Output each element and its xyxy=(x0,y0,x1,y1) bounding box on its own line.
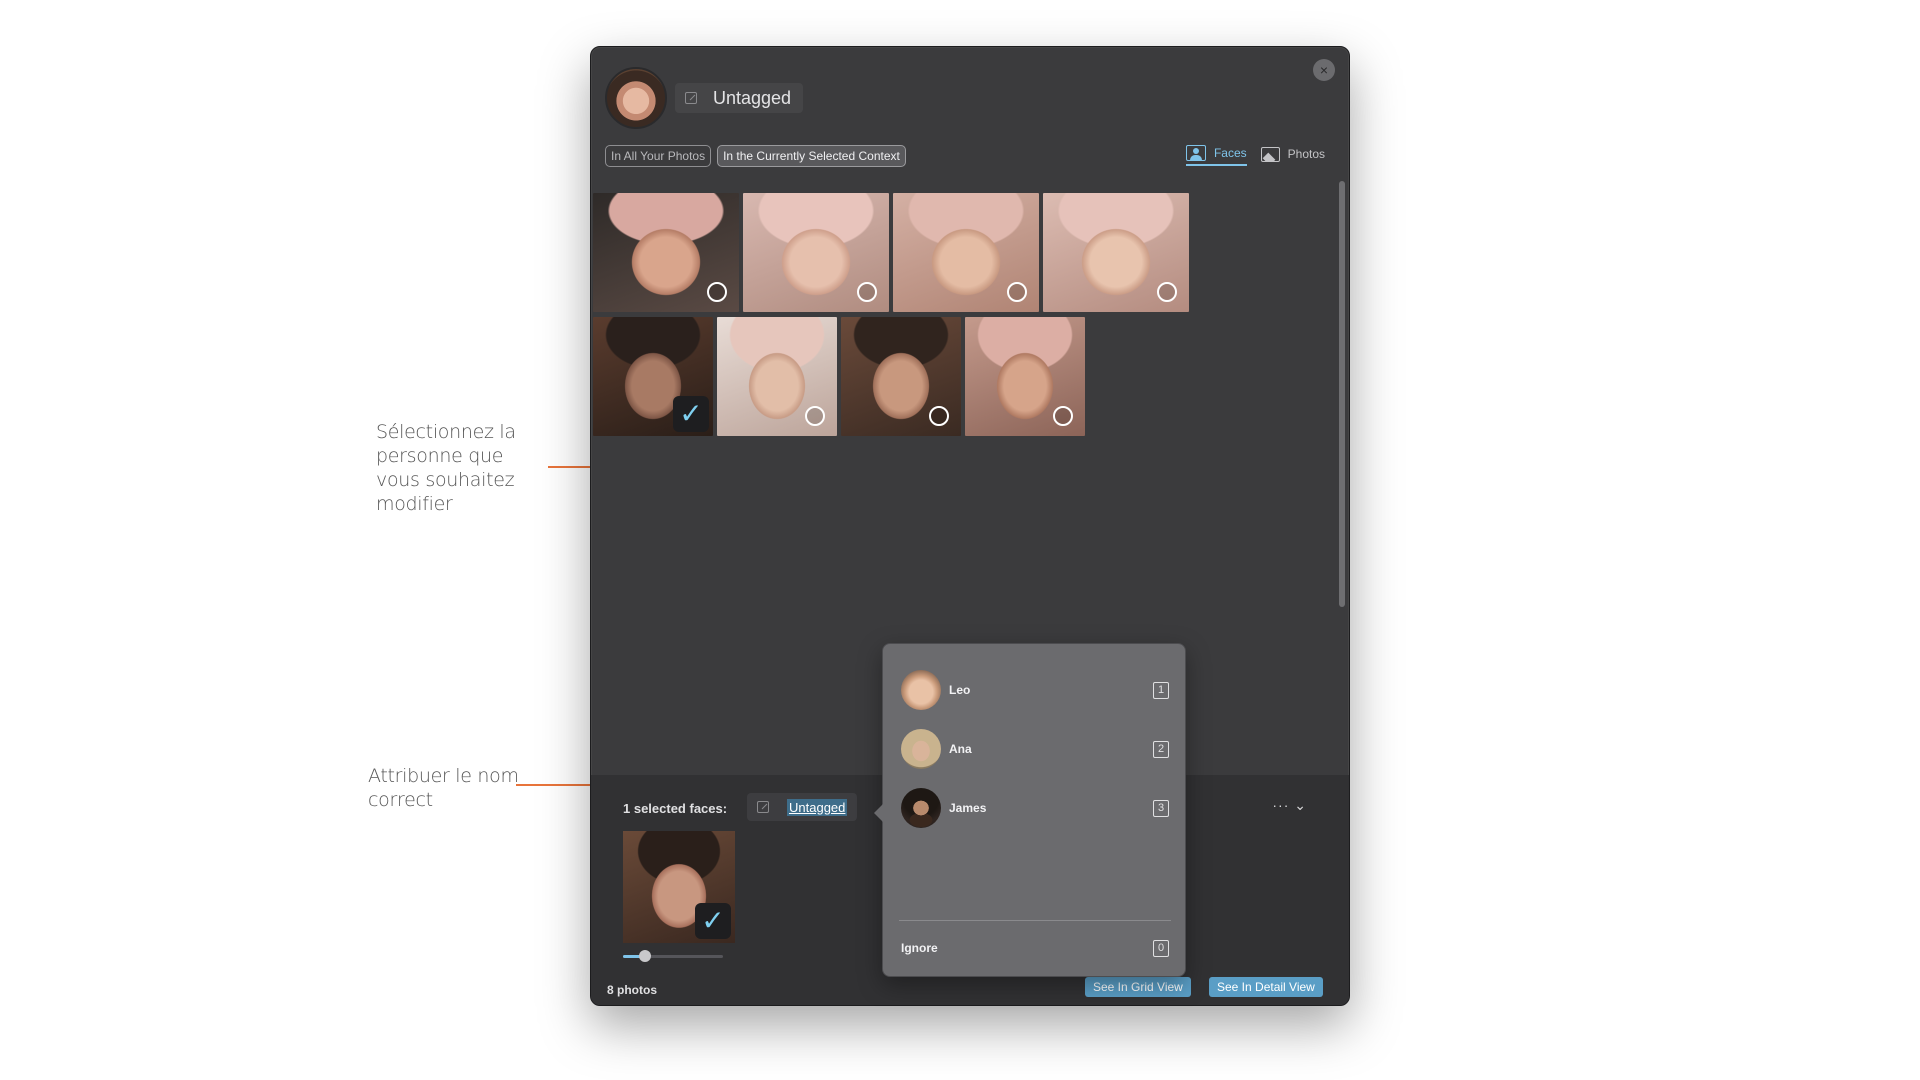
tab-photos[interactable]: Photos xyxy=(1260,146,1325,165)
select-circle-icon[interactable] xyxy=(1157,282,1177,302)
tab-faces-label: Faces xyxy=(1213,146,1247,160)
annotation-assign-name: Attribuer le nom correct xyxy=(368,764,528,812)
shortcut-key: 0 xyxy=(1153,939,1169,957)
suggestion-ana[interactable]: Ana 2 xyxy=(901,727,1169,771)
tab-photos-label: Photos xyxy=(1287,147,1325,161)
select-circle-icon[interactable] xyxy=(857,282,877,302)
avatar xyxy=(901,729,941,769)
annotation-select-person-text: Sélectionnez la personne que vous souhai… xyxy=(376,421,516,515)
suggestion-name: James xyxy=(949,801,987,815)
check-icon: ✓ xyxy=(695,903,731,939)
selected-faces-label: 1 selected faces: xyxy=(623,801,728,816)
suggestion-leo[interactable]: Leo 1 xyxy=(901,668,1169,712)
photo-icon xyxy=(1260,146,1280,162)
see-in-grid-view-button[interactable]: See In Grid View xyxy=(1085,977,1191,997)
tab-faces[interactable]: Faces xyxy=(1185,145,1247,166)
edit-icon xyxy=(685,92,697,104)
select-circle-icon[interactable] xyxy=(1053,406,1073,426)
scope-all-photos-button[interactable]: In All Your Photos xyxy=(605,145,712,167)
person-name-field[interactable]: Untagged xyxy=(675,83,804,113)
avatar xyxy=(901,788,941,828)
selected-name-input[interactable]: Untagged xyxy=(787,798,848,816)
person-avatar xyxy=(605,67,667,129)
face-thumbnail[interactable] xyxy=(965,317,1085,436)
face-thumbnail[interactable] xyxy=(743,193,889,312)
name-suggestions-popover: Leo 1 Ana 2 James 3 Ignore 0 xyxy=(874,643,1186,977)
select-circle-icon[interactable] xyxy=(1007,282,1027,302)
suggestion-name: Ana xyxy=(949,742,972,756)
annotation-select-person: Sélectionnez la personne que vous souhai… xyxy=(376,420,536,516)
scope-current-context-button[interactable]: In the Currently Selected Context xyxy=(717,145,906,167)
more-options-button[interactable]: ··· ⌄ xyxy=(1272,797,1307,814)
face-icon xyxy=(1185,145,1206,161)
shortcut-key: 3 xyxy=(1153,799,1169,817)
slider-knob[interactable] xyxy=(639,950,651,962)
select-circle-icon[interactable] xyxy=(929,406,949,426)
popover-arrow xyxy=(874,804,883,822)
select-circle-icon[interactable] xyxy=(805,406,825,426)
popover-divider xyxy=(899,920,1171,921)
face-thumbnail[interactable] xyxy=(893,193,1039,312)
suggestion-ignore[interactable]: Ignore 0 xyxy=(901,928,1169,968)
avatar xyxy=(901,670,941,710)
close-button[interactable]: × xyxy=(1313,59,1335,81)
suggestion-james[interactable]: James 3 xyxy=(901,786,1169,830)
selected-face-thumbnail[interactable]: ✓ xyxy=(623,831,735,943)
scrollbar[interactable] xyxy=(1339,181,1345,607)
suggestion-name: Ignore xyxy=(901,941,938,955)
shortcut-key: 1 xyxy=(1153,681,1169,699)
face-thumbnail[interactable] xyxy=(717,317,837,436)
annotation-assign-name-text: Attribuer le nom correct xyxy=(368,765,519,811)
person-name: Untagged xyxy=(713,87,792,108)
select-circle-icon[interactable] xyxy=(707,282,727,302)
face-thumbnail[interactable] xyxy=(593,193,739,312)
face-thumbnail[interactable] xyxy=(1043,193,1189,312)
check-icon[interactable]: ✓ xyxy=(673,396,709,432)
edit-icon xyxy=(757,801,769,813)
thumbnail-size-slider[interactable] xyxy=(623,950,723,962)
suggestion-name: Leo xyxy=(949,683,971,697)
face-thumbnail[interactable] xyxy=(841,317,961,436)
shortcut-key: 2 xyxy=(1153,740,1169,758)
selected-name-field[interactable]: Untagged xyxy=(747,793,858,821)
view-toggle: Faces Photos xyxy=(1185,145,1325,166)
see-in-detail-view-button[interactable]: See In Detail View xyxy=(1209,977,1323,997)
face-thumbnail[interactable]: ✓ xyxy=(593,317,713,436)
scope-selector: In All Your Photos In the Currently Sele… xyxy=(605,145,906,167)
person-header: Untagged xyxy=(605,67,804,129)
photo-count: 8 photos xyxy=(607,983,657,997)
close-icon: × xyxy=(1319,62,1329,78)
